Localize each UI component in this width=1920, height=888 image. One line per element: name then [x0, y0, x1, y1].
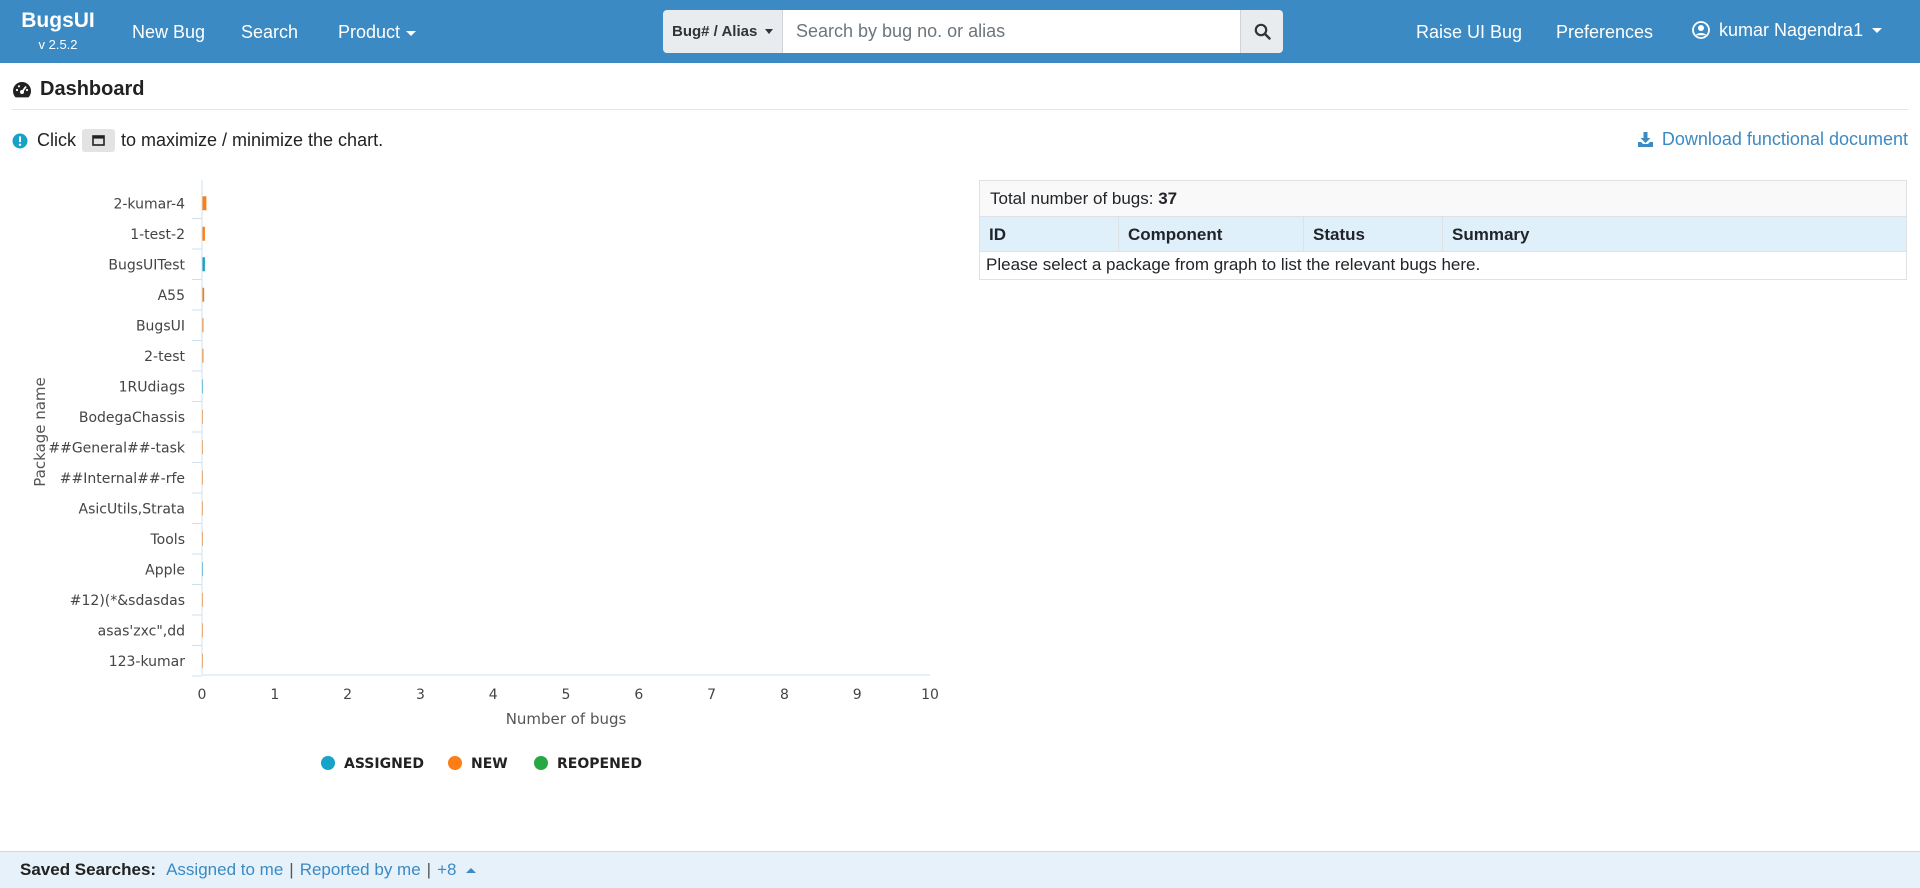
hint-suffix: to maximize / minimize the chart.	[121, 130, 384, 150]
y-tick-label[interactable]: BugsUI	[136, 318, 185, 334]
user-circle-icon	[1692, 21, 1710, 39]
x-tick-label: 9	[853, 687, 862, 703]
search-type-label: Bug# / Alias	[672, 23, 758, 40]
brand-version: v 2.5.2	[38, 37, 78, 52]
maximize-chart-button[interactable]	[82, 129, 115, 152]
x-tick-label: 5	[562, 687, 571, 703]
saved-searches-label: Saved Searches:	[20, 860, 157, 879]
bugs-table-header: ID Component Status Summary	[980, 217, 1906, 252]
bugs-total-count: 37	[1158, 189, 1178, 208]
x-tick-label: 1	[270, 687, 279, 703]
info-icon	[12, 133, 28, 148]
bugs-empty-message: Please select a package from graph to li…	[986, 255, 1481, 274]
separator: |	[426, 860, 432, 879]
x-tick-label: 4	[489, 687, 498, 703]
brand[interactable]: BugsUI v 2.5.2	[18, 9, 98, 53]
x-tick-label: 2	[343, 687, 352, 703]
bugs-table-panel: Total number of bugs: 37 ID Component St…	[979, 180, 1907, 280]
y-tick-label[interactable]: Apple	[145, 562, 185, 578]
separator: |	[289, 860, 294, 879]
x-axis-title: Number of bugs	[506, 710, 627, 728]
page-title: Dashboard	[12, 78, 144, 101]
brand-name[interactable]: BugsUI	[18, 9, 98, 33]
saved-search-more[interactable]: +8	[437, 860, 456, 880]
x-tick-label: 6	[634, 687, 643, 703]
y-tick-label[interactable]: #12)(*&sdasdas	[70, 593, 185, 609]
chart-bar[interactable]	[202, 196, 207, 211]
chevron-down-icon	[765, 29, 773, 34]
y-tick-label[interactable]: Tools	[150, 532, 186, 548]
y-tick-label[interactable]: 2-kumar-4	[113, 196, 185, 212]
bugs-total-label: Total number of bugs:	[990, 189, 1154, 208]
y-tick-label[interactable]: 1-test-2	[130, 227, 185, 243]
download-document-link[interactable]: Download functional document	[1637, 129, 1908, 150]
search-type-select[interactable]: Bug# / Alias	[663, 10, 783, 53]
y-tick-label[interactable]: 123-kumar	[109, 654, 186, 670]
legend-marker[interactable]	[321, 756, 335, 770]
column-header-id[interactable]: ID	[980, 217, 1119, 251]
nav-search[interactable]: Search	[241, 21, 298, 43]
dashboard-gauge-icon	[13, 81, 31, 97]
legend-label[interactable]: NEW	[471, 756, 508, 772]
legend-marker[interactable]	[534, 756, 548, 770]
chevron-up-icon[interactable]	[466, 867, 477, 873]
legend-label[interactable]: REOPENED	[557, 756, 642, 772]
y-tick-label[interactable]: ##Internal##-rfe	[60, 471, 185, 487]
preferences-link[interactable]: Preferences	[1556, 21, 1653, 43]
user-name: kumar Nagendra1	[1719, 20, 1864, 40]
chevron-down-icon	[1872, 27, 1883, 33]
search-input[interactable]	[783, 10, 1240, 53]
page-title-text: Dashboard	[40, 78, 145, 100]
bugs-total: Total number of bugs: 37	[980, 181, 1906, 217]
window-maximize-icon	[92, 135, 105, 146]
legend-label[interactable]: ASSIGNED	[344, 756, 424, 772]
legend-marker[interactable]	[448, 756, 462, 770]
bug-search-group: Bug# / Alias	[663, 10, 1283, 53]
saved-search-reported[interactable]: Reported by me	[300, 860, 421, 880]
nav-new-bug[interactable]: New Bug	[132, 21, 205, 43]
saved-searches-bar: Saved Searches: Assigned to me | Reporte…	[0, 851, 1920, 888]
download-label: Download functional document	[1661, 129, 1908, 149]
x-tick-label: 0	[198, 687, 207, 703]
x-tick-label: 10	[921, 687, 939, 703]
y-tick-label[interactable]: asas'zxc",dd	[98, 623, 185, 639]
x-tick-label: 3	[416, 687, 425, 703]
nav-product-dropdown[interactable]: Product	[338, 21, 417, 43]
column-header-summary[interactable]: Summary	[1443, 217, 1906, 251]
hint-prefix: Click	[37, 130, 76, 150]
x-tick-label: 8	[780, 687, 789, 703]
download-icon	[1637, 132, 1653, 147]
search-icon	[1254, 23, 1271, 40]
column-header-component[interactable]: Component	[1119, 217, 1304, 251]
user-menu-dropdown[interactable]: kumar Nagendra1	[1692, 19, 1883, 41]
y-tick-label[interactable]: A55	[158, 288, 185, 304]
chart-hint: Click to maximize / minimize the chart.	[12, 129, 383, 152]
y-tick-label[interactable]: ##General##-task	[48, 440, 186, 456]
y-axis-title: Package name	[31, 377, 49, 486]
y-tick-label[interactable]: BugsUITest	[108, 257, 185, 273]
y-tick-label[interactable]: 2-test	[144, 349, 185, 365]
nav-product-label: Product	[338, 22, 401, 42]
search-button[interactable]	[1240, 10, 1283, 53]
chevron-down-icon	[406, 30, 417, 36]
column-header-status[interactable]: Status	[1304, 217, 1443, 251]
y-tick-label[interactable]: BodegaChassis	[79, 410, 185, 426]
saved-search-assigned[interactable]: Assigned to me	[166, 860, 283, 880]
raise-ui-bug-link[interactable]: Raise UI Bug	[1416, 21, 1522, 43]
y-tick-label[interactable]: 1RUdiags	[119, 379, 185, 395]
top-navbar: BugsUI v 2.5.2 New Bug Search Product Bu…	[0, 0, 1920, 63]
x-tick-label: 7	[707, 687, 716, 703]
bugs-by-package-chart: 2-kumar-4 1-test-2 BugsUITest A55 BugsUI 2-te…	[31, 180, 939, 772]
title-divider	[12, 109, 1908, 110]
y-tick-label[interactable]: AsicUtils,Strata	[79, 501, 186, 517]
